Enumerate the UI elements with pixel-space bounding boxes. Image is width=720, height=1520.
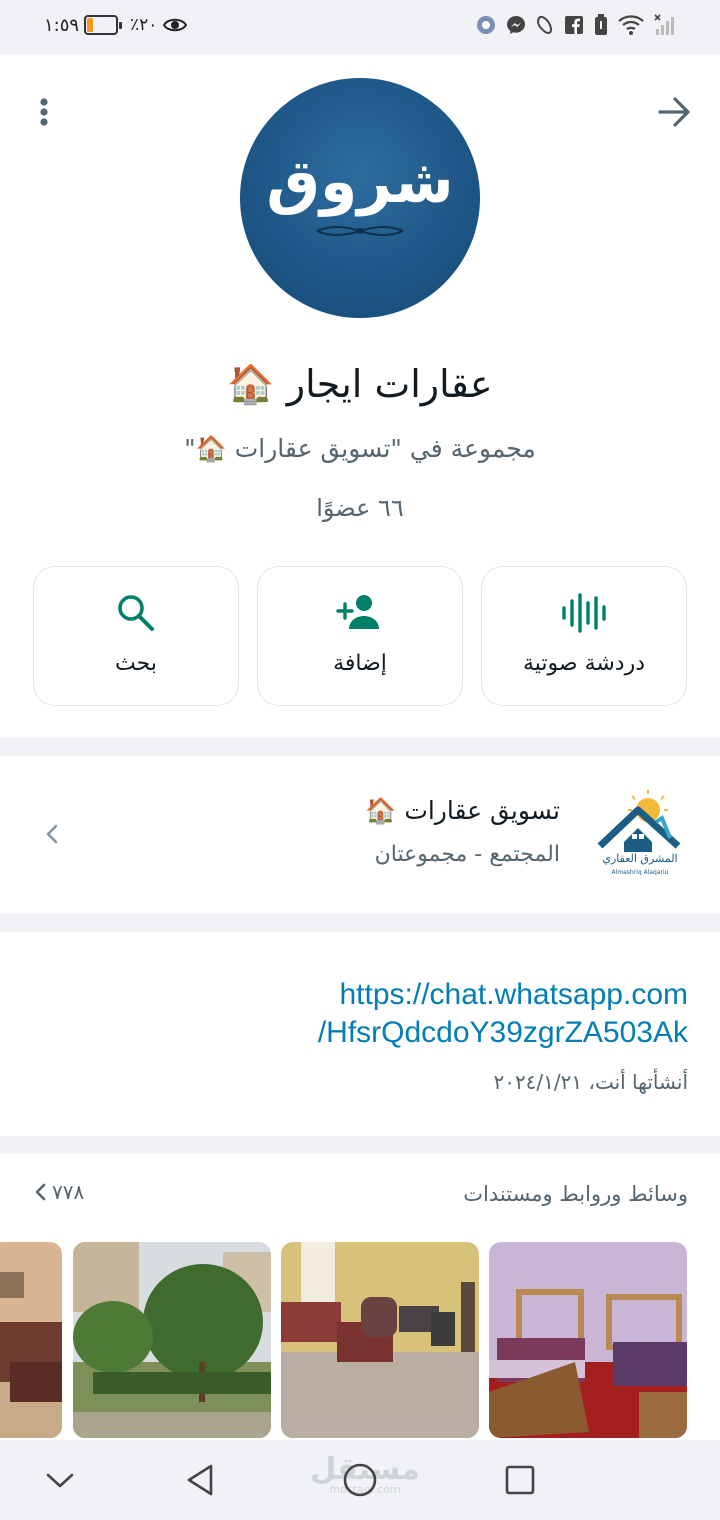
- group-avatar[interactable]: شروق: [240, 78, 480, 318]
- invite-link[interactable]: https://chat.whatsapp.com /HfsrQdcdoY39z…: [48, 976, 688, 1052]
- voice-chat-button[interactable]: دردشة صوتية: [481, 566, 687, 706]
- media-section: وسائط وروابط ومستندات ٧٧٨: [0, 1154, 720, 1444]
- viber-icon: [536, 15, 553, 35]
- voice-chat-label: دردشة صوتية: [522, 651, 646, 676]
- chrome-icon: [477, 16, 495, 34]
- nav-recents-button[interactable]: [498, 1458, 542, 1502]
- system-nav-bar: مستقل mostaql.com: [0, 1440, 720, 1520]
- chevron-down-icon: [46, 1473, 74, 1488]
- battery-icon: [84, 15, 122, 35]
- home-circle-icon: [343, 1463, 377, 1497]
- media-title[interactable]: وسائط وروابط ومستندات: [463, 1182, 688, 1206]
- community-logo-text: المشرق العقاري: [602, 852, 677, 865]
- signal-icon: [654, 14, 674, 35]
- add-member-label: إضافة: [333, 651, 387, 676]
- facebook-icon: [565, 16, 583, 34]
- search-label: بحث: [115, 651, 157, 676]
- media-thumbnail-sofa[interactable]: [0, 1242, 62, 1438]
- media-thumbnail-garden[interactable]: [73, 1242, 271, 1438]
- member-count: ٦٦ عضوًا: [316, 494, 404, 522]
- media-thumbnail-living-room[interactable]: [281, 1242, 479, 1438]
- invite-link-line2: /HfsrQdcdoY39zgrZA503Ak: [317, 1016, 688, 1049]
- add-person-icon: [336, 595, 379, 629]
- media-count: ٧٧٨: [52, 1180, 85, 1204]
- chevron-left-icon: [46, 824, 58, 844]
- recents-square-icon: [505, 1465, 535, 1495]
- invite-link-section: https://chat.whatsapp.com /HfsrQdcdoY39z…: [0, 932, 720, 1136]
- voice-chat-icon: [562, 593, 606, 633]
- community-logo-subtext: Almashriq Alaqariu: [612, 869, 669, 876]
- media-count-link[interactable]: ٧٧٨: [32, 1180, 84, 1204]
- status-icons: [476, 14, 676, 36]
- status-time: ١:٥٩: [44, 15, 80, 36]
- add-member-button[interactable]: إضافة: [257, 566, 463, 706]
- nav-hide-button[interactable]: [38, 1458, 82, 1502]
- search-button[interactable]: بحث: [33, 566, 239, 706]
- group-community-line[interactable]: مجموعة في "تسويق عقارات 🏠": [0, 434, 720, 464]
- community-row[interactable]: المشرق العقاري Almashriq Alaqariu تسويق …: [0, 756, 720, 914]
- created-info: أنشأتها أنت، ٢٠٢٤/١/٢١: [493, 1070, 688, 1094]
- eye-comfort-icon: [163, 18, 188, 32]
- chevron-left-icon: [35, 1183, 46, 1201]
- community-subtitle: المجتمع - مجموعتان: [374, 842, 560, 867]
- battery-percent: ٪٢٠: [130, 15, 158, 35]
- search-icon: [118, 595, 154, 631]
- nav-back-button[interactable]: [178, 1458, 222, 1502]
- avatar-logo-text: شروق: [266, 147, 454, 217]
- media-thumbnail-bedroom[interactable]: [489, 1242, 687, 1438]
- messenger-icon: [507, 16, 525, 34]
- invite-link-line1: https://chat.whatsapp.com: [339, 978, 688, 1011]
- community-name: تسويق عقارات 🏠: [365, 796, 560, 825]
- back-arrow-icon[interactable]: [654, 92, 694, 132]
- battery-saver-icon: [595, 14, 607, 35]
- nav-back-triangle-icon: [187, 1464, 213, 1496]
- more-options-icon[interactable]: [30, 92, 58, 132]
- ornament-icon: [316, 226, 404, 236]
- group-name: عقارات ايجار 🏠: [227, 362, 493, 406]
- status-bar: ١:٥٩ ٪٢٠: [0, 0, 720, 54]
- battery-group: ٪٢٠: [84, 15, 188, 35]
- wifi-icon: [618, 15, 644, 35]
- nav-home-button[interactable]: [338, 1458, 382, 1502]
- community-logo: المشرق العقاري Almashriq Alaqariu: [597, 790, 681, 876]
- group-info-header: شروق عقارات ايجار 🏠 مجموعة في "تسويق عقا…: [0, 54, 720, 738]
